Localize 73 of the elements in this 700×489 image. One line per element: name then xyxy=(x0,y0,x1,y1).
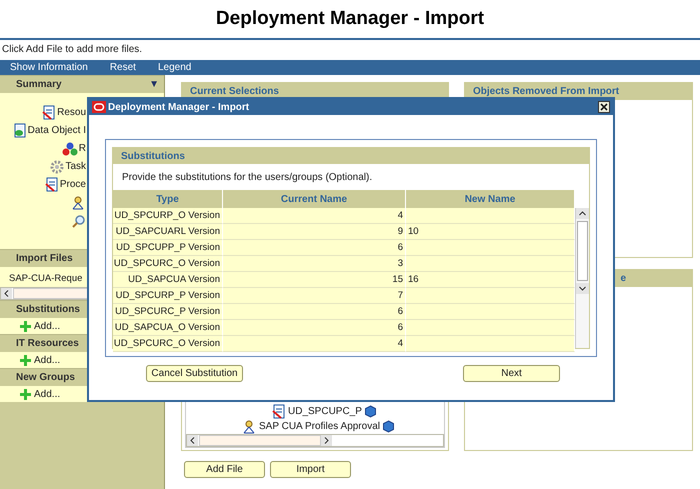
input-field[interactable] xyxy=(406,256,575,272)
data-object-icon xyxy=(12,123,27,138)
column-header: New Name xyxy=(406,190,575,208)
table-cell: 4 xyxy=(223,336,406,352)
document-icon xyxy=(42,105,56,120)
table-cell: 3 xyxy=(223,256,406,272)
input-field[interactable]: 16 xyxy=(406,272,575,288)
dialog-button[interactable]: Cancel Substitution xyxy=(146,365,243,382)
roles-icon xyxy=(62,142,78,156)
column-header: Type xyxy=(113,190,223,208)
plus-icon xyxy=(20,388,31,400)
add-link[interactable]: Add... xyxy=(34,388,60,400)
search-icon xyxy=(72,214,86,228)
table-cell: UD_SPCURP_P Version xyxy=(113,288,223,304)
add-link[interactable]: Add... xyxy=(34,320,60,332)
scroll-up-icon[interactable] xyxy=(579,211,586,216)
input-field[interactable]: 10 xyxy=(406,224,575,240)
add-link[interactable]: Add... xyxy=(34,354,60,366)
workflow-icon xyxy=(241,418,257,434)
section-header: Substitutions xyxy=(113,148,589,164)
page-title: Deployment Manager - Import xyxy=(216,8,484,30)
document-icon xyxy=(272,404,286,419)
table-cell: 6 xyxy=(223,240,406,256)
plus-icon xyxy=(20,320,31,332)
table-cell: 15 xyxy=(223,272,406,288)
tree-item-label[interactable]: Data Object I xyxy=(28,125,86,136)
table-cell: 7 xyxy=(223,288,406,304)
input-field[interactable] xyxy=(406,208,575,224)
table-cell: UD_SAPCUA_O Version xyxy=(113,320,223,336)
tree-item-label[interactable]: UD_SPCUPC_P xyxy=(288,406,362,417)
table-cell: 6 xyxy=(223,320,406,336)
table-cell: UD_SAPCUARL Version xyxy=(113,224,223,240)
input-field[interactable] xyxy=(406,240,575,256)
action-button[interactable]: Import xyxy=(270,461,351,478)
column-header: Current Name xyxy=(223,190,406,208)
close-icon[interactable] xyxy=(598,101,610,113)
scroll-right-icon[interactable] xyxy=(324,437,329,444)
table-cell: UD_SPCUPP_P Version xyxy=(113,240,223,256)
table-cell: 6 xyxy=(223,304,406,320)
table-cell: UD_SPCURC_O Version xyxy=(113,256,223,272)
input-field[interactable] xyxy=(406,304,575,320)
scroll-down-icon[interactable] xyxy=(579,286,586,291)
horizontal-scrollbar[interactable] xyxy=(186,434,444,447)
menu-item[interactable]: Legend xyxy=(158,62,192,73)
table-cell: UD_SPCURP_O Version xyxy=(113,208,223,224)
tree-item-label[interactable]: Task xyxy=(65,161,86,172)
menu-item[interactable]: Reset xyxy=(110,62,136,73)
table-cell: UD_SPCURC_O Version xyxy=(113,336,223,352)
tree-item-label[interactable]: SAP CUA Profiles Approval xyxy=(259,421,380,432)
table-cell: UD_SPCURC_P Version xyxy=(113,304,223,320)
menu-item[interactable]: Show Information xyxy=(10,62,88,73)
dialog-title: Deployment Manager - Import xyxy=(108,102,250,112)
scroll-left-icon[interactable] xyxy=(190,437,195,444)
gear-icon xyxy=(50,160,64,174)
dialog-button[interactable]: Next xyxy=(463,365,560,382)
input-field[interactable] xyxy=(406,320,575,336)
scroll-left-icon[interactable] xyxy=(4,290,9,297)
input-field[interactable] xyxy=(406,336,575,352)
action-button[interactable]: Add File xyxy=(184,461,265,478)
tree-item-label[interactable]: Resou xyxy=(57,107,86,118)
document-icon xyxy=(44,177,59,192)
table-cell: 9 xyxy=(223,224,406,240)
vertical-scrollbar[interactable] xyxy=(575,208,589,348)
instruction-text: Click Add File to add more files. xyxy=(1,43,144,57)
workflow-icon xyxy=(70,194,86,210)
description-text: Provide the substitutions for the users/groups (Optional). xyxy=(121,170,374,184)
table-cell: 4 xyxy=(223,208,406,224)
table-cell: UD_SAPCUA Version xyxy=(113,272,223,288)
app-logo-icon xyxy=(92,101,106,113)
tree-item-label[interactable]: R xyxy=(78,143,86,154)
input-field[interactable] xyxy=(406,288,575,304)
plus-icon xyxy=(20,354,31,366)
tree-item-label[interactable]: Proce xyxy=(60,179,86,190)
